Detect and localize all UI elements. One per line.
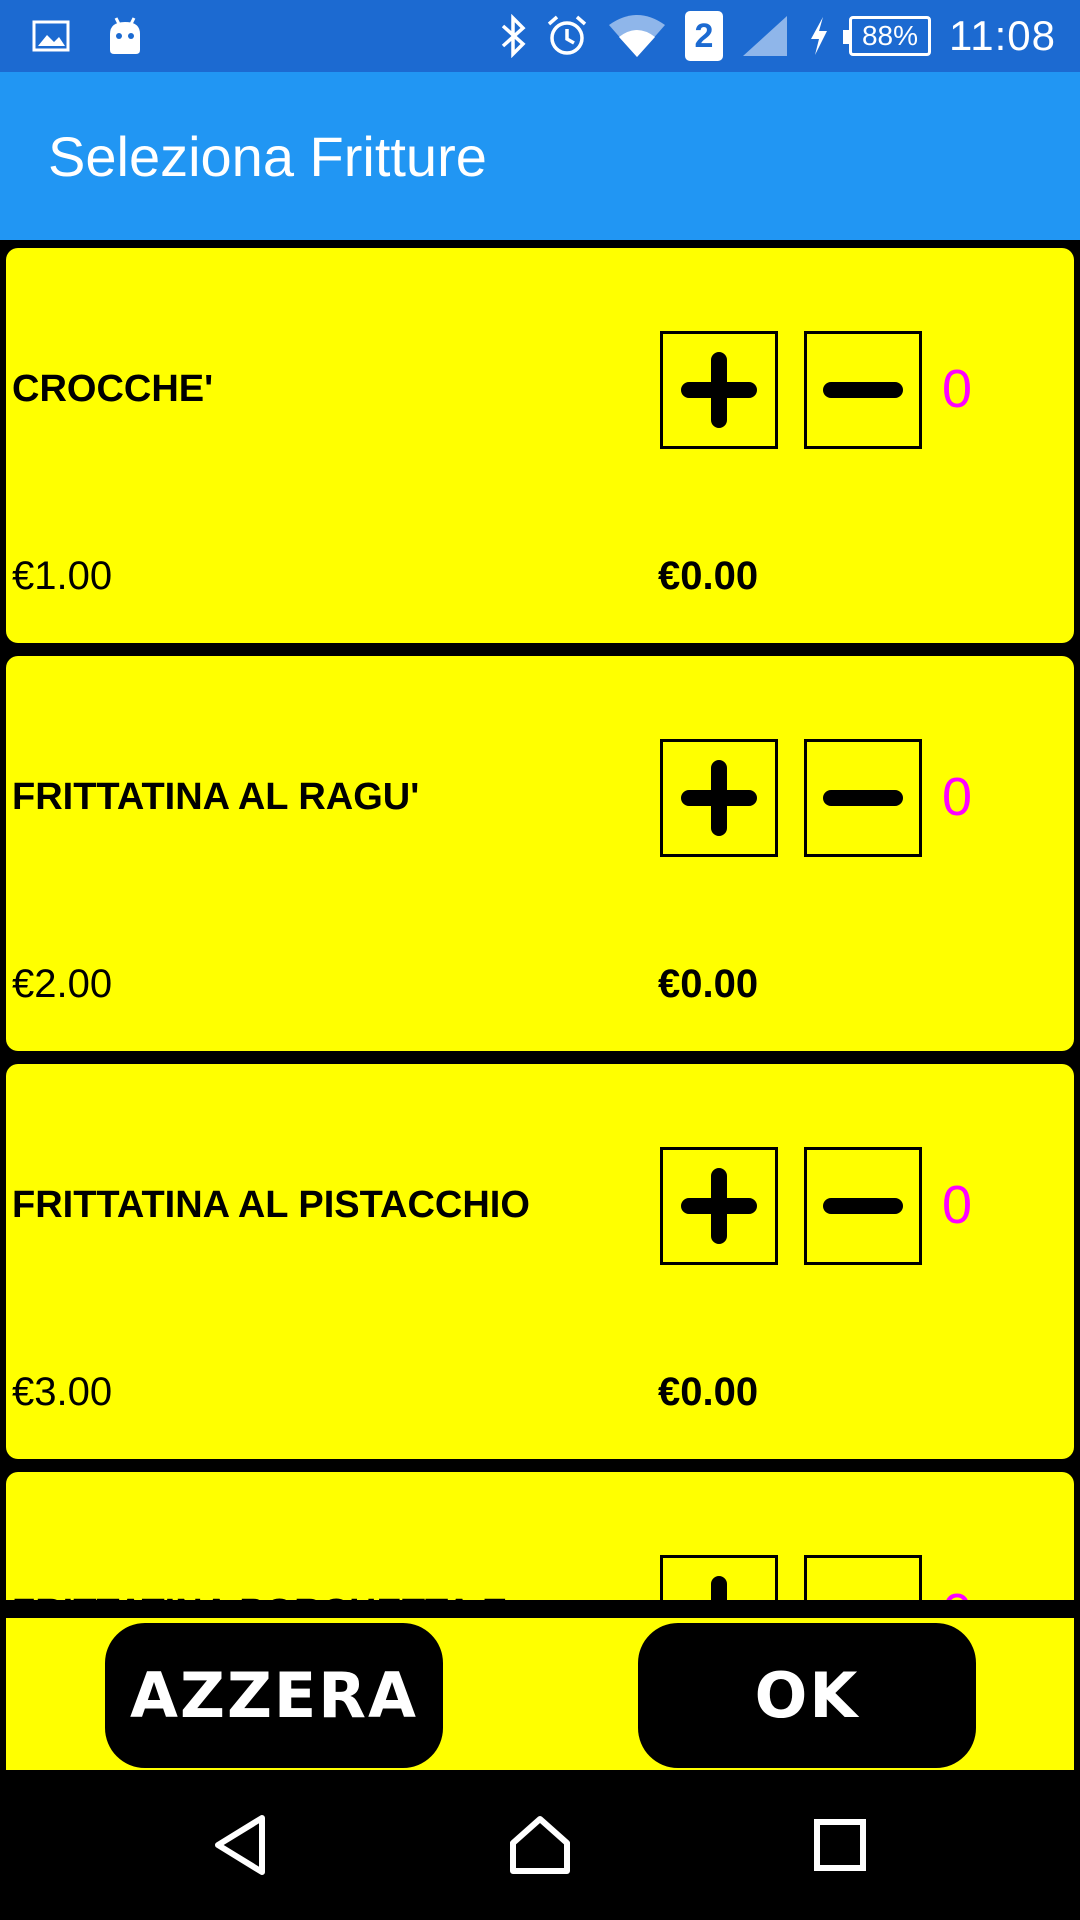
minus-icon [823,790,903,806]
back-icon [215,1815,265,1875]
back-button[interactable] [160,1770,320,1920]
status-bar: 2 88% 11:08 [0,0,1080,72]
plus-icon [681,760,757,836]
plus-icon [681,1168,757,1244]
minus-icon [823,382,903,398]
increment-button[interactable] [660,1555,778,1600]
minus-icon [823,1198,903,1214]
action-bar: AZZERA OK [6,1618,1074,1770]
quantity-count: 0 [942,359,973,419]
item-unit-price: €1.00 [12,554,113,598]
item-name: FRITTATINA AL PISTACCHIO [12,1184,530,1226]
battery-icon: 88% [843,16,931,56]
decrement-button[interactable] [804,331,922,449]
list-item: FRITTATINA AL PISTACCHIO 0 €3.00 €0.00 [6,1064,1074,1459]
item-total: €0.00 [658,554,759,598]
home-icon [510,1816,570,1874]
increment-button[interactable] [660,739,778,857]
plus-icon [711,1576,727,1600]
divider [0,1600,1080,1618]
battery-percent: 88% [861,20,919,51]
increment-button[interactable] [660,331,778,449]
reset-button[interactable]: AZZERA [105,1623,443,1768]
ok-button[interactable]: OK [638,1623,976,1768]
item-list[interactable]: CROCCHE' 0 €1.00 €0.00 FRITTATINA AL RAG… [0,240,1080,1600]
increment-button[interactable] [660,1147,778,1265]
recents-button[interactable] [760,1770,920,1920]
bluetooth-icon [499,14,527,58]
home-button[interactable] [460,1770,620,1920]
image-icon [32,20,70,52]
item-name: FRITTATINA PORCHETTA E [12,1592,507,1600]
clock: 11:08 [949,12,1056,59]
list-item: FRITTATINA PORCHETTA E 0 [6,1472,1074,1600]
quantity-count: 0 [942,1175,973,1235]
item-total: €0.00 [658,962,759,1006]
item-unit-price: €2.00 [12,962,113,1006]
navigation-bar [0,1770,1080,1920]
android-icon [106,16,144,56]
signal-icon [741,14,789,58]
list-item: CROCCHE' 0 €1.00 €0.00 [6,248,1074,643]
decrement-button[interactable] [804,739,922,857]
wifi-icon [607,13,667,59]
decrement-button[interactable] [804,1555,922,1600]
charging-icon [807,15,831,57]
minus-icon [823,1574,903,1600]
sim-icon: 2 [685,11,723,61]
decrement-button[interactable] [804,1147,922,1265]
quantity-count: 0 [942,1582,972,1600]
quantity-count: 0 [942,767,973,827]
item-total: €0.00 [658,1370,759,1414]
plus-icon [681,352,757,428]
app-bar: Seleziona Fritture [0,72,1080,240]
item-unit-price: €3.00 [12,1370,113,1414]
item-name: CROCCHE' [12,368,214,410]
recents-icon [814,1819,866,1871]
alarm-icon [545,14,589,58]
list-item: FRITTATINA AL RAGU' 0 €2.00 €0.00 [6,656,1074,1051]
item-name: FRITTATINA AL RAGU' [12,776,420,818]
page-title: Seleziona Fritture [48,124,487,188]
